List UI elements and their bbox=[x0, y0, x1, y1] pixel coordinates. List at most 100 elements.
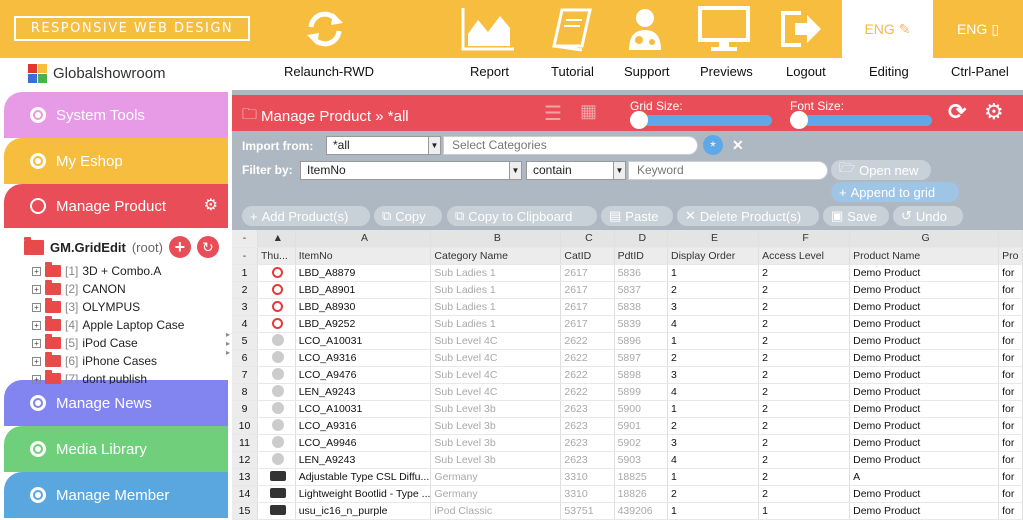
pdtid-cell[interactable]: 18825 bbox=[614, 468, 669, 486]
pro-cell[interactable]: for bbox=[998, 502, 1023, 520]
product-name-cell[interactable]: Demo Product bbox=[849, 502, 1000, 520]
pdtid-cell[interactable]: 5900 bbox=[614, 400, 669, 418]
product-name-cell[interactable]: Demo Product bbox=[849, 281, 1000, 299]
expand-icon[interactable]: + bbox=[32, 374, 41, 384]
book-icon[interactable] bbox=[546, 4, 596, 54]
thumbnail-cell[interactable] bbox=[257, 400, 296, 418]
display-order-cell[interactable]: 4 bbox=[667, 451, 760, 469]
pro-cell[interactable]: for bbox=[998, 400, 1023, 418]
open-new-button[interactable]: 🗁 Open new bbox=[831, 160, 931, 180]
item-no-cell[interactable]: LBD_A8901 bbox=[295, 281, 432, 299]
display-order-cell[interactable]: 1 bbox=[667, 332, 760, 350]
row-number[interactable]: 1 bbox=[232, 264, 258, 282]
pro-cell[interactable]: for bbox=[998, 417, 1023, 435]
append-to-grid-button[interactable]: + Append to grid bbox=[831, 182, 959, 202]
thumbnail-cell[interactable] bbox=[257, 264, 296, 282]
row-number[interactable]: 12 bbox=[232, 451, 258, 469]
col-letter[interactable]: D bbox=[614, 230, 669, 248]
corner-cell[interactable]: - bbox=[232, 230, 258, 248]
category-cell[interactable]: Sub Level 3b bbox=[430, 451, 562, 469]
catid-cell[interactable]: 3310 bbox=[560, 485, 615, 503]
pdtid-cell[interactable]: 5899 bbox=[614, 383, 669, 401]
nav-label-report[interactable]: Report bbox=[470, 64, 509, 79]
pro-cell[interactable]: for bbox=[998, 298, 1023, 316]
pro-cell[interactable]: for bbox=[998, 366, 1023, 384]
thumbnail-cell[interactable] bbox=[257, 468, 296, 486]
copy-button[interactable]: ⧉ Copy bbox=[374, 206, 442, 226]
display-order-cell[interactable]: 4 bbox=[667, 315, 760, 333]
product-name-cell[interactable]: Demo Product bbox=[849, 264, 1000, 282]
star-button[interactable]: * bbox=[703, 135, 723, 155]
col-letter[interactable]: G bbox=[849, 230, 1000, 248]
category-cell[interactable]: Germany bbox=[430, 468, 562, 486]
catid-cell[interactable]: 3310 bbox=[560, 468, 615, 486]
category-cell[interactable]: Germany bbox=[430, 485, 562, 503]
display-order-cell[interactable]: 2 bbox=[667, 349, 760, 367]
catid-cell[interactable]: 2622 bbox=[560, 332, 615, 350]
nav-label-previews[interactable]: Previews bbox=[700, 64, 753, 79]
category-cell[interactable]: Sub Level 4C bbox=[430, 349, 562, 367]
tree-node[interactable]: + [6] iPhone Cases bbox=[32, 352, 157, 370]
pdtid-cell[interactable]: 5836 bbox=[614, 264, 669, 282]
column-header[interactable]: Category Name bbox=[430, 247, 562, 265]
tree-node[interactable]: + [7] dont publish bbox=[32, 370, 147, 384]
product-name-cell[interactable]: Demo Product bbox=[849, 434, 1000, 452]
doctor-icon[interactable] bbox=[622, 4, 668, 54]
thumbnail-cell[interactable] bbox=[257, 332, 296, 350]
access-level-cell[interactable]: 2 bbox=[758, 315, 851, 333]
catid-cell[interactable]: 2617 bbox=[560, 264, 615, 282]
access-level-cell[interactable]: 2 bbox=[758, 383, 851, 401]
display-order-cell[interactable]: 1 bbox=[667, 264, 760, 282]
thumbnail-cell[interactable] bbox=[257, 298, 296, 316]
nav-label-support[interactable]: Support bbox=[624, 64, 670, 79]
list-view-icon[interactable]: ☰ bbox=[544, 101, 562, 126]
catid-cell[interactable]: 2623 bbox=[560, 434, 615, 452]
save-button[interactable]: ▣ Save bbox=[823, 206, 889, 226]
pdtid-cell[interactable]: 5898 bbox=[614, 366, 669, 384]
access-level-cell[interactable]: 2 bbox=[758, 298, 851, 316]
category-cell[interactable]: Sub Level 3b bbox=[430, 417, 562, 435]
table-row[interactable]: 5 LCO_A10031 Sub Level 4C 2622 5896 1 2 Demo Pr… bbox=[232, 332, 1023, 350]
table-row[interactable]: 4 LBD_A9252 Sub Ladies 1 2617 5839 4 2 Demo Pro… bbox=[232, 315, 1023, 333]
font-size-slider[interactable] bbox=[790, 111, 932, 129]
pro-cell[interactable]: for bbox=[998, 332, 1023, 350]
categories-input[interactable]: Select Categories bbox=[443, 136, 698, 155]
category-cell[interactable]: Sub Ladies 1 bbox=[430, 264, 562, 282]
pdtid-cell[interactable]: 5901 bbox=[614, 417, 669, 435]
access-level-cell[interactable]: 2 bbox=[758, 332, 851, 350]
access-level-cell[interactable]: 2 bbox=[758, 468, 851, 486]
item-no-cell[interactable]: LEN_A9243 bbox=[295, 383, 432, 401]
column-header[interactable]: Product Name bbox=[849, 247, 1000, 265]
table-row[interactable]: 3 LBD_A8930 Sub Ladies 1 2617 5838 3 2 Demo Pro… bbox=[232, 298, 1023, 316]
access-level-cell[interactable]: 2 bbox=[758, 281, 851, 299]
category-cell[interactable]: Sub Level 4C bbox=[430, 383, 562, 401]
access-level-cell[interactable]: 2 bbox=[758, 366, 851, 384]
tree-node[interactable]: + [1] 3D + Combo.A bbox=[32, 262, 161, 280]
access-level-cell[interactable]: 2 bbox=[758, 400, 851, 418]
editing-tab[interactable]: ENG ✎ bbox=[842, 0, 933, 58]
site-logo[interactable]: RESPONSIVE WEB DESIGN bbox=[14, 16, 250, 41]
access-level-cell[interactable]: 2 bbox=[758, 349, 851, 367]
import-select[interactable]: *all ▼ bbox=[326, 136, 441, 155]
catid-cell[interactable]: 2623 bbox=[560, 417, 615, 435]
item-no-cell[interactable]: LBD_A8930 bbox=[295, 298, 432, 316]
tree-root[interactable]: GM.GridEdit (root) + ↻ bbox=[24, 236, 219, 258]
pdtid-cell[interactable]: 18826 bbox=[614, 485, 669, 503]
pdtid-cell[interactable]: 5903 bbox=[614, 451, 669, 469]
clear-icon[interactable]: ✕ bbox=[732, 137, 744, 154]
row-number[interactable]: 10 bbox=[232, 417, 258, 435]
row-number[interactable]: 11 bbox=[232, 434, 258, 452]
pro-cell[interactable]: for bbox=[998, 468, 1023, 486]
table-row[interactable]: 8 LEN_A9243 Sub Level 4C 2622 5899 4 2 Demo Pro… bbox=[232, 383, 1023, 401]
row-number[interactable]: 13 bbox=[232, 468, 258, 486]
column-header[interactable]: ItemNo bbox=[295, 247, 432, 265]
nav-label-logout[interactable]: Logout bbox=[786, 64, 826, 79]
row-number[interactable]: 14 bbox=[232, 485, 258, 503]
product-name-cell[interactable]: Demo Product bbox=[849, 417, 1000, 435]
nav-label-ctrl-panel[interactable]: Ctrl-Panel bbox=[951, 64, 1009, 79]
expand-icon[interactable]: + bbox=[32, 302, 41, 312]
category-cell[interactable]: Sub Level 4C bbox=[430, 332, 562, 350]
tree-node[interactable]: + [2] CANON bbox=[32, 280, 126, 298]
grid-view-icon[interactable]: ▦ bbox=[580, 101, 597, 122]
area-chart-icon[interactable] bbox=[458, 4, 518, 54]
